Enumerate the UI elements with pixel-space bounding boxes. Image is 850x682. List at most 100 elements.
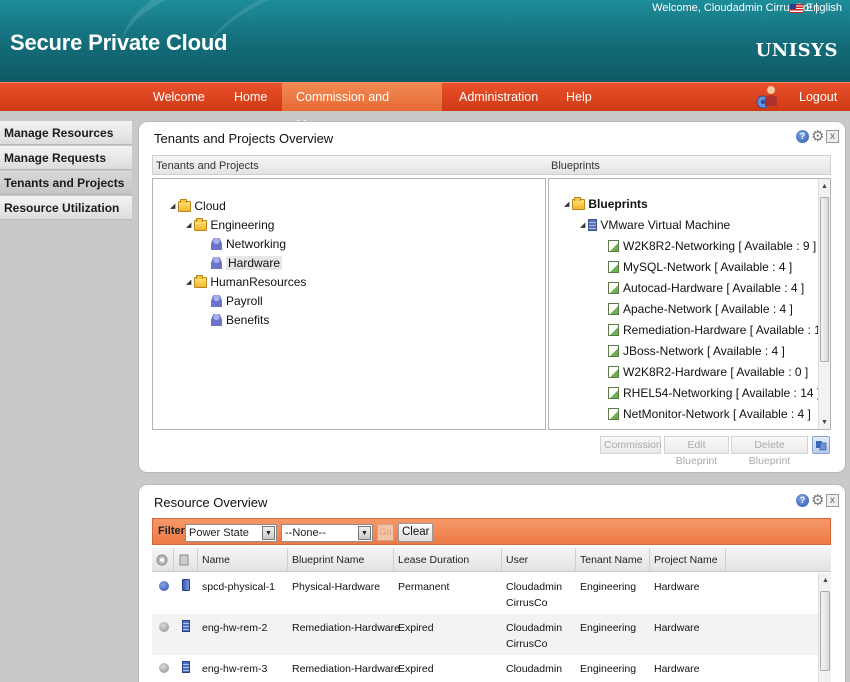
nav-home[interactable]: Home [220, 83, 281, 111]
blueprints-tree: ◢ Blueprints ◢ VMware Virtual Machine W2K8… [548, 178, 831, 430]
scroll-up-arrow-icon[interactable]: ▲ [821, 183, 828, 190]
expand-arrow-icon[interactable]: ◢ [580, 221, 585, 229]
blueprint-item[interactable]: RHEL54-Networking [ Available : 14 ] [608, 386, 820, 400]
edit-blueprint-button[interactable]: Edit Blueprint [664, 436, 729, 467]
cell-lease: Expired [398, 663, 434, 675]
gear-icon[interactable]: ⚙ [811, 129, 824, 144]
sidebar-item-manage-resources[interactable]: Manage Resources [0, 121, 132, 145]
nav-help[interactable]: Help [552, 83, 606, 111]
column-header-blueprint-name[interactable]: Blueprint Name [288, 548, 394, 572]
expand-arrow-icon[interactable]: ◢ [564, 200, 569, 208]
blueprint-doc-icon [608, 408, 619, 420]
resource-grid-scrollbar[interactable]: ▲ [818, 573, 831, 682]
user-settings-icon[interactable] [754, 84, 780, 110]
blueprint-doc-icon [608, 282, 619, 294]
cell-name: spcd-physical-1 [202, 581, 275, 593]
column-header-tenant-name[interactable]: Tenant Name [576, 548, 650, 572]
blueprint-item[interactable]: W2K8R2-Hardware [ Available : 0 ] [608, 365, 808, 379]
go-button[interactable]: Go [377, 524, 394, 541]
filter-bar: Filter Power State ▼ --None-- ▼ Go Clear [152, 518, 831, 545]
tree-node-engineering[interactable]: ◢ Engineering [186, 217, 274, 232]
tree-node-payroll[interactable]: Payroll [211, 294, 263, 308]
expand-arrow-icon[interactable]: ◢ [170, 202, 175, 210]
blueprint-item[interactable]: NetMonitor-Network [ Available : 4 ] [608, 407, 811, 421]
sidebar-item-tenants-and-projects[interactable]: Tenants and Projects [0, 171, 132, 195]
project-icon [211, 257, 222, 269]
blueprint-item[interactable]: Apache-Network [ Available : 4 ] [608, 302, 793, 316]
type-header-icon [179, 554, 189, 566]
power-off-icon [159, 663, 169, 673]
expand-arrow-icon[interactable]: ◢ [186, 278, 191, 286]
logout-link[interactable]: Logout [785, 83, 850, 111]
cell-lease: Permanent [398, 581, 450, 593]
help-icon[interactable]: ? [796, 494, 809, 507]
header-swoosh-decoration-2 [189, 0, 571, 82]
sidebar-item-manage-requests[interactable]: Manage Requests [0, 146, 132, 170]
cell-user: Cloudadmin [506, 581, 563, 593]
sidebar-item-resource-utilization[interactable]: Resource Utilization [0, 196, 132, 220]
gear-icon[interactable]: ⚙ [811, 493, 824, 508]
type-column-header[interactable] [174, 548, 198, 572]
help-icon[interactable]: ? [796, 130, 809, 143]
tenants-tree: ◢ Cloud ◢ Engineering Networking Hardware … [152, 178, 546, 430]
panel-title: Resource Overview [154, 495, 268, 510]
nav-welcome[interactable]: Welcome [139, 83, 219, 111]
column-header-user[interactable]: User [502, 548, 576, 572]
blueprint-doc-icon [608, 261, 619, 273]
blueprint-item[interactable]: JBoss-Network [ Available : 4 ] [608, 344, 785, 358]
blueprint-doc-icon [608, 303, 619, 315]
column-header-name[interactable]: Name [198, 548, 288, 572]
refresh-button[interactable] [812, 436, 830, 454]
commission-button[interactable]: Commission [600, 436, 662, 454]
server-icon [588, 219, 598, 231]
tree-node-hardware[interactable]: Hardware [211, 256, 283, 270]
folder-icon [194, 217, 208, 231]
tree-node-vmware-virtual-machine[interactable]: ◢ VMware Virtual Machine [580, 218, 730, 232]
tree-node-networking[interactable]: Networking [211, 237, 286, 251]
filter-field-select[interactable]: Power State ▼ [185, 524, 277, 542]
nav-administration[interactable]: Administration [445, 83, 552, 111]
blueprint-item[interactable]: MySQL-Network [ Available : 4 ] [608, 260, 792, 274]
blueprint-item[interactable]: W2K8R2-Networking [ Available : 9 ] [608, 239, 816, 253]
cell-blueprint: Remediation-Hardware [292, 663, 400, 675]
tree-node-benefits[interactable]: Benefits [211, 313, 269, 327]
brand-logo: UNISYS [755, 40, 838, 61]
nav-commission-and-manage[interactable]: Commission and Manage [282, 83, 442, 132]
cell-name: eng-hw-rem-3 [202, 663, 268, 675]
column-header-project-name[interactable]: Project Name [650, 548, 726, 572]
scroll-up-arrow-icon[interactable]: ▲ [822, 577, 829, 584]
clear-button[interactable]: Clear [398, 523, 434, 542]
tree-node-blueprints[interactable]: ◢ Blueprints [564, 196, 648, 211]
table-row[interactable]: eng-hw-rem-2 Remediation-Hardware Expire… [152, 614, 818, 655]
app-header: Secure Private Cloud Welcome, Cloudadmin… [0, 0, 850, 82]
cell-name: eng-hw-rem-2 [202, 622, 268, 634]
cell-lease: Expired [398, 622, 434, 634]
tenants-panel-header-row: Tenants and Projects Blueprints [152, 155, 831, 175]
column-header-tenants: Tenants and Projects [156, 160, 259, 172]
cell-user-line2: CirrusCo [506, 638, 548, 650]
cell-tenant: Engineering [580, 663, 637, 675]
scrollbar-thumb[interactable] [820, 591, 830, 671]
table-row[interactable]: spcd-physical-1 Physical-Hardware Perman… [152, 573, 818, 614]
status-header-icon [156, 554, 168, 566]
tree-node-cloud[interactable]: ◢ Cloud [170, 198, 226, 213]
expand-arrow-icon[interactable]: ◢ [186, 221, 191, 229]
column-header-lease-duration[interactable]: Lease Duration [394, 548, 502, 572]
blueprint-item[interactable]: Autocad-Hardware [ Available : 4 ] [608, 281, 804, 295]
blueprint-doc-icon [608, 240, 619, 252]
table-row[interactable]: eng-hw-rem-3 Remediation-Hardware Expire… [152, 655, 818, 682]
language-selector[interactable]: English [789, 2, 842, 14]
close-icon[interactable]: x [826, 130, 839, 143]
close-icon[interactable]: x [826, 494, 839, 507]
us-flag-icon [789, 3, 803, 13]
scroll-down-arrow-icon[interactable]: ▼ [821, 419, 828, 426]
status-column-header[interactable] [152, 548, 174, 572]
cell-user: Cloudadmin [506, 622, 563, 634]
tree-node-humanresources[interactable]: ◢ HumanResources [186, 274, 306, 289]
filter-value-select[interactable]: --None-- ▼ [281, 524, 373, 542]
blueprint-item[interactable]: Remediation-Hardware [ Available : 1 ] [608, 323, 828, 337]
delete-blueprint-button[interactable]: Delete Blueprint [731, 436, 808, 467]
blueprints-scrollbar[interactable]: ▲ ▼ [818, 179, 830, 429]
scrollbar-thumb[interactable] [820, 197, 829, 362]
chevron-down-icon: ▼ [262, 526, 275, 540]
